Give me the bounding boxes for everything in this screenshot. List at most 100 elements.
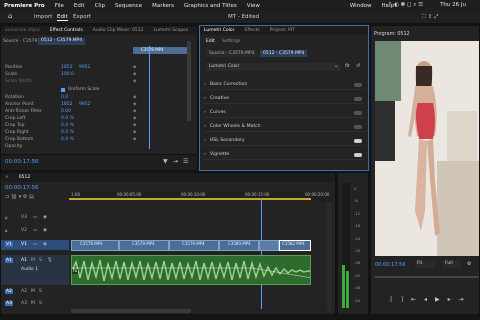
tab-effect-controls[interactable]: Effect Controls — [50, 28, 83, 33]
menu-markers[interactable]: Markers — [152, 3, 174, 9]
toggle-switch[interactable] — [354, 153, 362, 157]
eye-icon[interactable]: ◉ — [43, 242, 47, 247]
timeline-ruler[interactable]: 1:00 00:00:05:00 00:00:10:00 00:00:15:00… — [69, 191, 331, 201]
app-name[interactable]: Premiere Pro — [4, 3, 45, 9]
section-color-wheels[interactable]: › Color Wheels & Match — [204, 122, 364, 132]
video-clip-selected[interactable] — [259, 240, 279, 251]
timeline-scrollbar[interactable] — [327, 203, 332, 311]
reset-icon[interactable]: ↺ — [356, 63, 360, 69]
section-creative[interactable]: › Creative — [204, 94, 364, 104]
timeline-panel: × 0512 00:00:17:56 ⊐ ⛓ ▾ ⚙ ▤ 1:00 00:00:… — [0, 172, 336, 315]
menu-sequence[interactable]: Sequence — [115, 3, 142, 9]
video-clip[interactable]: C3578.MP4 — [71, 240, 119, 251]
track-header-v1[interactable]: V1 V1 ▭ ◉ — [1, 240, 69, 250]
section-basic-correction[interactable]: › Basic Correction — [204, 80, 364, 90]
solo-button[interactable]: S — [39, 289, 42, 294]
sync-lock-icon[interactable]: ▭ — [33, 242, 37, 247]
eye-icon[interactable]: ◉ — [43, 215, 47, 220]
quality-select[interactable]: Full — [443, 261, 461, 268]
toggle-switch[interactable] — [354, 111, 362, 115]
tab-audio-clip-mixer[interactable]: Audio Clip Mixer: 0512 — [93, 28, 144, 33]
ec-scrollbar[interactable] — [187, 41, 191, 121]
menu-file[interactable]: File — [55, 3, 64, 9]
tab-effects[interactable]: Effects — [244, 28, 259, 33]
tab-lumetri-scopes[interactable]: Lumetri Scopes — [154, 28, 189, 33]
program-video-frame[interactable] — [375, 41, 479, 256]
menu-window[interactable]: Window — [350, 3, 372, 9]
tab-project[interactable]: Project: MT — [270, 28, 295, 33]
menu-edit[interactable]: Edit — [74, 3, 85, 9]
mute-button[interactable]: M — [31, 301, 35, 306]
toggle-switch[interactable] — [354, 139, 362, 143]
home-icon[interactable]: ⌂ — [8, 12, 12, 20]
section-hsl-secondary[interactable]: › HSL Secondary — [204, 136, 364, 146]
timeline-timecode[interactable]: 00:00:17:56 — [5, 185, 39, 191]
close-icon[interactable]: × — [5, 175, 9, 180]
uniform-scale-checkbox[interactable] — [61, 88, 65, 92]
tab-edit[interactable]: Edit — [57, 14, 68, 21]
solo-button[interactable]: S — [39, 258, 42, 263]
menu-view[interactable]: View — [247, 3, 260, 9]
settings-icon[interactable]: ☰ — [183, 158, 188, 165]
tab-lumetri-color[interactable]: Lumetri Color — [204, 28, 234, 33]
go-to-out-icon[interactable]: ⇥ — [459, 296, 464, 303]
work-area-bar[interactable] — [69, 198, 311, 200]
fx-icon[interactable]: fx — [345, 63, 350, 69]
sync-lock-icon[interactable]: ▭ — [33, 228, 37, 233]
export-icon[interactable]: ⇥ — [173, 158, 178, 165]
status-icons: ⌃ ◐ ✽ ◻ ⌕ ☰ — [387, 2, 424, 8]
ec-sequence-selector[interactable]: 0512 · C3579.MP4 — [38, 38, 86, 45]
section-curves[interactable]: › Curves — [204, 108, 364, 118]
lumetri-source[interactable]: Source - C3579.MP4 — [206, 50, 258, 57]
wrench-icon[interactable]: ⚙ — [467, 261, 471, 267]
solo-button[interactable]: S — [39, 301, 42, 306]
ec-timecode[interactable]: 00:00:17:56 — [5, 159, 39, 165]
track-header-a1[interactable]: A1 A1 M S 🎙︎ Audio 1 — [1, 255, 69, 285]
mic-icon[interactable]: 🎙︎ — [47, 258, 53, 263]
menu-clip[interactable]: Clip — [95, 3, 105, 9]
play-icon[interactable]: ▶ — [435, 296, 440, 303]
video-clip[interactable]: C3580.MP4 — [219, 240, 259, 251]
snap-icon[interactable]: ⊐ — [5, 194, 9, 200]
wrench-icon[interactable]: ⚙ — [23, 194, 27, 200]
fit-select[interactable]: Fit — [415, 261, 435, 268]
filter-icon[interactable]: ▼ — [163, 158, 168, 165]
link-icon[interactable]: ⛓ — [11, 194, 17, 200]
video-clip[interactable]: C3579.MP4 — [119, 240, 169, 251]
subtab-settings[interactable]: Settings — [222, 39, 240, 44]
tab-export[interactable]: Export — [73, 14, 91, 20]
toggle-switch[interactable] — [354, 125, 362, 129]
step-back-icon[interactable]: ◂ — [424, 296, 427, 303]
lumetri-sequence[interactable]: 0512 - C3579.MP4 — [260, 50, 308, 57]
captions-icon[interactable]: ▤ — [29, 194, 34, 200]
mark-out-icon[interactable]: ⌉ — [401, 296, 403, 303]
menu-graphics[interactable]: Graphics and Titles — [184, 3, 237, 9]
step-forward-icon[interactable]: ▸ — [448, 296, 451, 303]
mark-in-icon[interactable]: ⌈ — [390, 296, 392, 303]
timeline-playhead[interactable] — [261, 199, 262, 309]
eye-icon[interactable]: ◉ — [43, 228, 47, 233]
sync-lock-icon[interactable]: ▭ — [33, 215, 37, 220]
timeline-zoom-bar[interactable] — [71, 309, 191, 313]
ec-row: Uniform Scale — [1, 87, 131, 94]
workspace-icons[interactable]: ⛶ ⇪ ⤢ — [422, 14, 438, 21]
mute-button[interactable]: M — [31, 258, 35, 263]
mute-button[interactable]: M — [31, 289, 35, 294]
audio-clip[interactable] — [71, 255, 311, 285]
subtab-edit[interactable]: Edit — [206, 39, 215, 44]
toggle-switch[interactable] — [354, 83, 362, 87]
lumetri-effect-select[interactable]: Lumetri Color — [206, 63, 340, 71]
tab-sequence[interactable]: 0512 — [19, 175, 30, 180]
video-clip[interactable]: C3579.MP4 — [169, 240, 219, 251]
section-vignette[interactable]: › Vignette — [204, 150, 364, 160]
marker-icon[interactable]: ▾ — [19, 194, 22, 200]
program-scrubber[interactable] — [375, 276, 479, 278]
toggle-switch[interactable] — [354, 97, 362, 101]
meter-level-left — [342, 265, 345, 308]
lock-icon: 🔒︎ — [5, 216, 8, 221]
go-to-in-icon[interactable]: ⇤ — [411, 296, 416, 303]
video-clip[interactable]: C3582.MP4 — [279, 240, 311, 251]
program-timecode[interactable]: 00:00:17:56 — [375, 262, 406, 268]
tab-import[interactable]: Import — [34, 14, 52, 20]
chevron-down-icon[interactable]: ⌄ — [334, 63, 338, 69]
